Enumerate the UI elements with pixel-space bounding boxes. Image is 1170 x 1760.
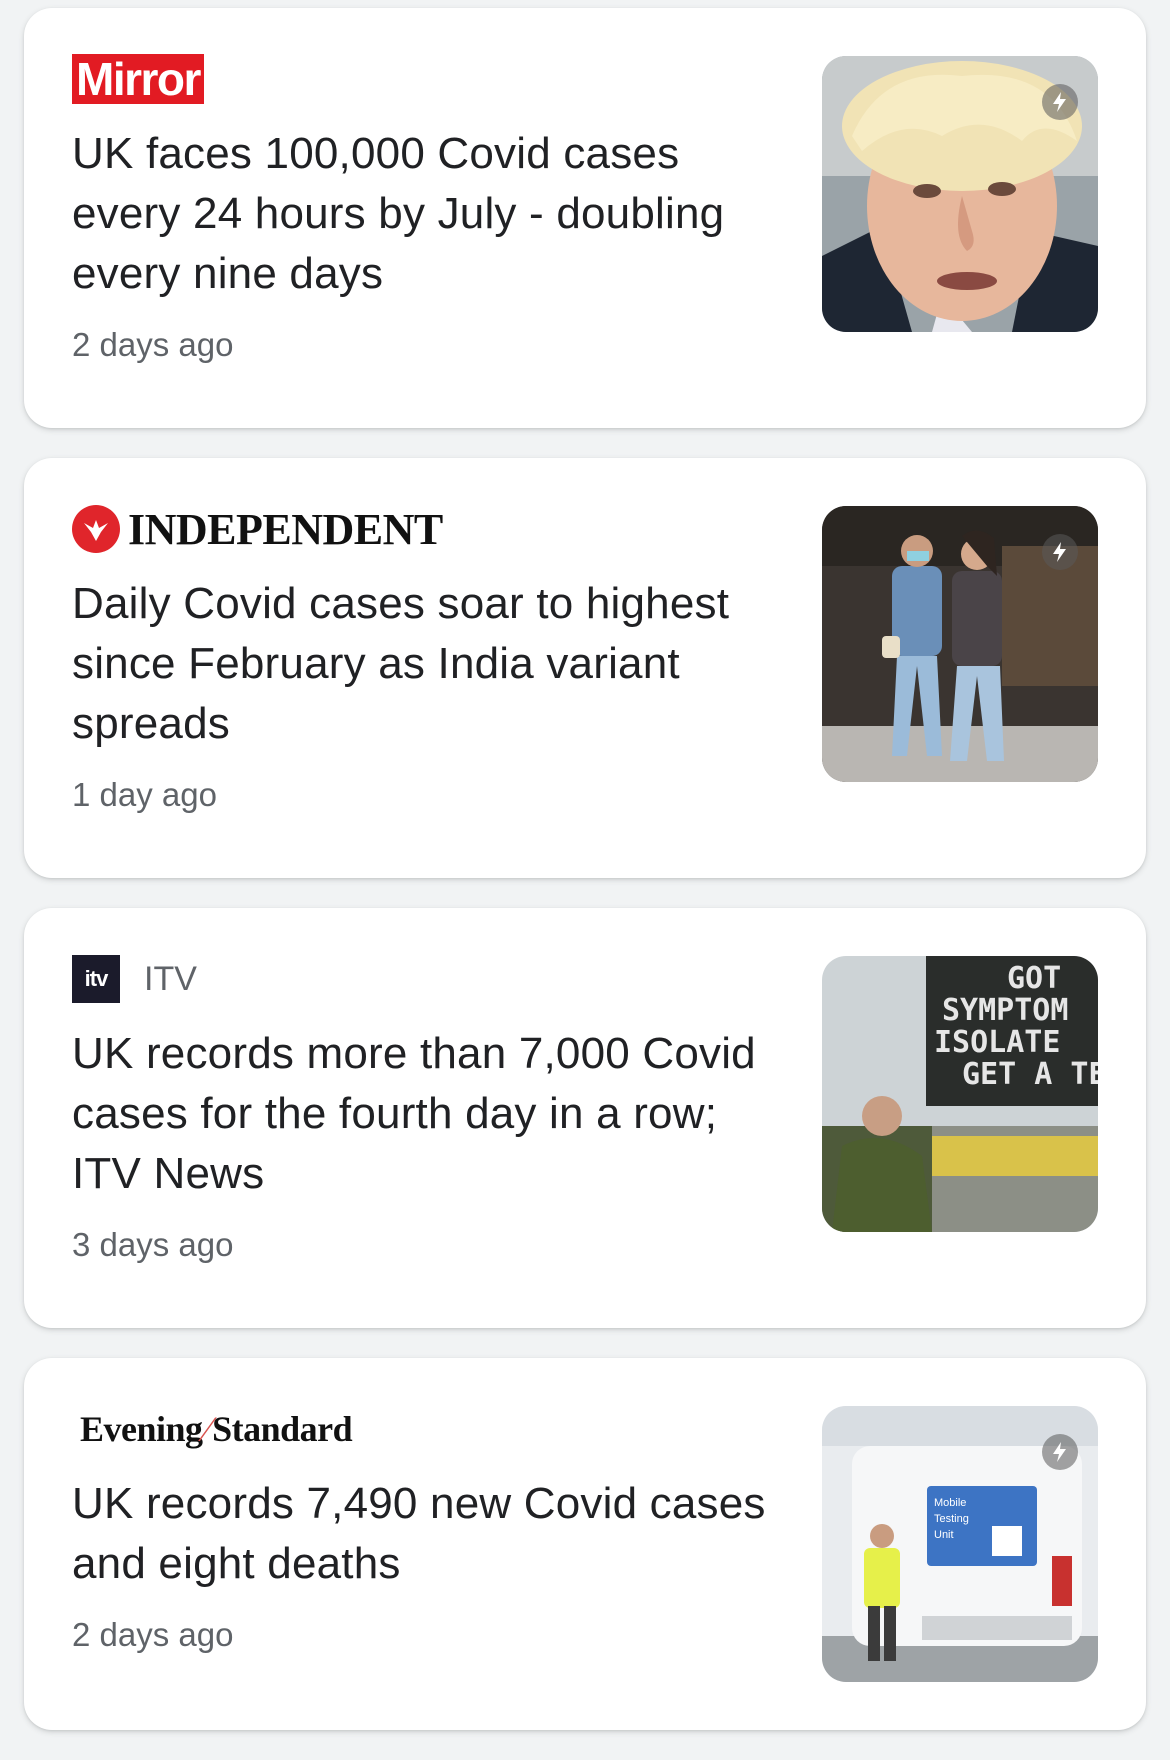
source-row: Mirror (72, 52, 792, 106)
logo-word-evening: Evening (80, 1409, 203, 1449)
news-card[interactable]: INDEPENDENT Daily Covid cases soar to hi… (24, 458, 1146, 878)
timestamp: 1 day ago (72, 776, 217, 813)
eagle-icon (72, 505, 120, 553)
mirror-logo: Mirror (72, 54, 204, 104)
source-row: INDEPENDENT (72, 502, 792, 556)
news-feed: Mirror UK faces 100,000 Covid cases ever… (0, 0, 1170, 1760)
itv-logo: itv (72, 955, 120, 1003)
independent-wordmark: INDEPENDENT (128, 504, 443, 554)
lightning-icon (1042, 84, 1078, 120)
card-body: itv ITV UK records more than 7,000 Covid… (72, 952, 792, 1264)
sign-line: GET A TES (962, 1057, 1098, 1092)
card-body: Mirror UK faces 100,000 Covid cases ever… (72, 52, 792, 364)
logo-separator: ⁄ (204, 1409, 211, 1449)
source-row: itv ITV (72, 952, 792, 1006)
independent-logo: INDEPENDENT (72, 504, 443, 555)
source-row: Evening⁄Standard (72, 1402, 792, 1456)
lightning-icon (1042, 1434, 1078, 1470)
van-text: Mobile (934, 1497, 966, 1509)
evening-standard-logo: Evening⁄Standard (72, 1408, 353, 1450)
news-card[interactable]: Evening⁄Standard UK records 7,490 new Co… (24, 1358, 1146, 1730)
sign-line: GOT (1007, 961, 1061, 996)
sign-line: ISOLATE (934, 1025, 1060, 1060)
headline[interactable]: Daily Covid cases soar to highest since … (72, 574, 792, 754)
news-card[interactable]: itv ITV UK records more than 7,000 Covid… (24, 908, 1146, 1328)
sign-line: SYMPTOM (942, 993, 1068, 1028)
van-text: Unit (934, 1529, 954, 1541)
timestamp: 2 days ago (72, 1616, 234, 1653)
logo-word-standard: Standard (212, 1409, 353, 1449)
timestamp: 3 days ago (72, 1226, 234, 1263)
headline[interactable]: UK records more than 7,000 Covid cases f… (72, 1024, 792, 1204)
headline[interactable]: UK faces 100,000 Covid cases every 24 ho… (72, 124, 792, 304)
timestamp: 2 days ago (72, 326, 234, 363)
card-body: Evening⁄Standard UK records 7,490 new Co… (72, 1402, 792, 1654)
van-text: Testing (934, 1513, 969, 1525)
headline[interactable]: UK records 7,490 new Covid cases and eig… (72, 1474, 792, 1594)
lightning-icon (1042, 534, 1078, 570)
card-body: INDEPENDENT Daily Covid cases soar to hi… (72, 502, 792, 814)
article-thumbnail[interactable] (822, 506, 1098, 782)
article-thumbnail[interactable]: GOT SYMPTOM ISOLATE GET A TES (822, 956, 1098, 1232)
thumbnail-image: GOT SYMPTOM ISOLATE GET A TES (822, 956, 1098, 1232)
source-name: ITV (144, 959, 197, 998)
article-thumbnail[interactable] (822, 56, 1098, 332)
news-card[interactable]: Mirror UK faces 100,000 Covid cases ever… (24, 8, 1146, 428)
article-thumbnail[interactable]: Mobile Testing Unit (822, 1406, 1098, 1682)
